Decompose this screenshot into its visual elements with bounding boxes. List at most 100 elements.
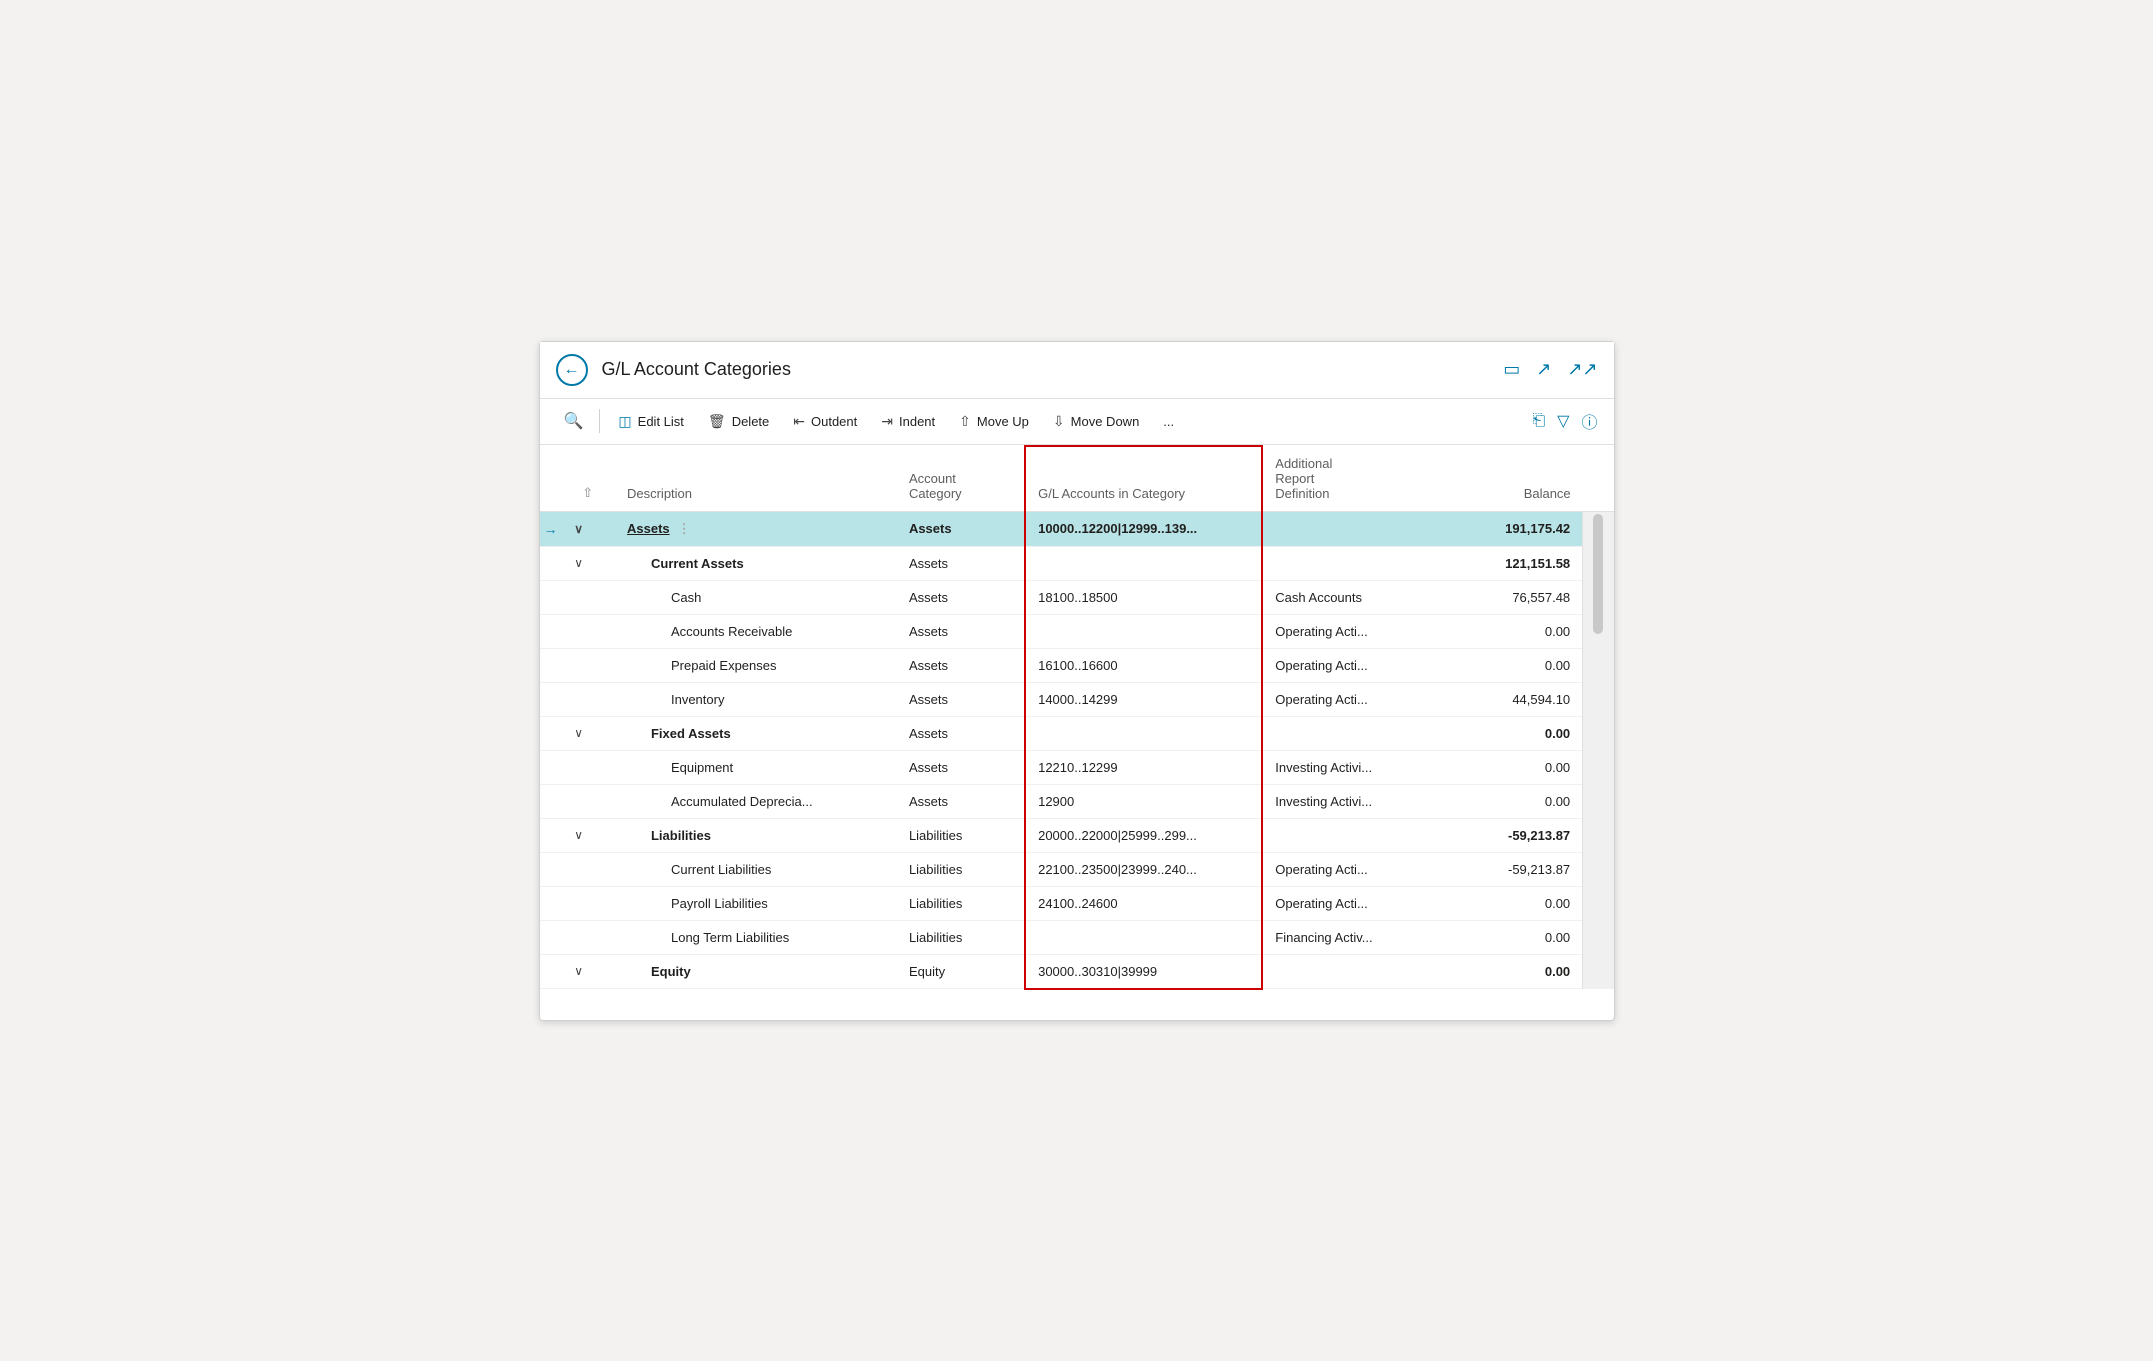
toolbar-right: ⎗ ▽ ⓘ <box>1532 409 1597 433</box>
row-indicator <box>540 716 571 750</box>
expand-button[interactable]: ∨ <box>570 818 615 852</box>
table-row[interactable]: ∨Current AssetsAssets121,151.58 <box>540 546 1614 580</box>
gl-accounts-cell <box>1025 716 1262 750</box>
description-cell: Cash <box>615 580 897 614</box>
additional-report-cell <box>1262 546 1441 580</box>
description-cell: Current Liabilities <box>615 852 897 886</box>
description-cell: Payroll Liabilities <box>615 886 897 920</box>
indent-button[interactable]: ⇥ Indent <box>871 407 945 436</box>
move-down-button[interactable]: ⇩ Move Down <box>1043 407 1149 436</box>
back-button[interactable]: ← <box>556 354 588 386</box>
table-row[interactable]: Accounts ReceivableAssetsOperating Acti.… <box>540 614 1614 648</box>
gl-accounts-cell <box>1025 614 1262 648</box>
additional-report-cell: Operating Acti... <box>1262 886 1441 920</box>
toolbar-divider-1 <box>599 409 600 433</box>
delete-button[interactable]: 🗑 Delete <box>698 407 779 436</box>
open-new-icon[interactable]: ↗ <box>1536 359 1551 380</box>
table-row[interactable]: ∨Fixed AssetsAssets0.00 <box>540 716 1614 750</box>
table-row[interactable]: ∨EquityEquity30000..30310|399990.00 <box>540 954 1614 989</box>
gl-accounts-cell: 22100..23500|23999..240... <box>1025 852 1262 886</box>
col-indicator <box>540 446 571 512</box>
toolbar: 🔍 ◫ Edit List 🗑 Delete ⇤ Outdent ⇥ Inden… <box>540 399 1614 445</box>
additional-report-cell <box>1262 818 1441 852</box>
additional-report-cell: Cash Accounts <box>1262 580 1441 614</box>
col-gl-accounts-header: G/L Accounts in Category <box>1025 446 1262 512</box>
account-category-cell: Assets <box>897 614 1025 648</box>
more-button[interactable]: ... <box>1153 408 1184 435</box>
balance-cell: 0.00 <box>1442 614 1583 648</box>
description-cell: Liabilities <box>615 818 897 852</box>
col-scrollbar <box>1583 446 1614 512</box>
edit-list-button[interactable]: ◫ Edit List <box>608 407 693 436</box>
table-row[interactable]: EquipmentAssets12210..12299Investing Act… <box>540 750 1614 784</box>
expand-button <box>570 682 615 716</box>
account-category-cell: Equity <box>897 954 1025 989</box>
gl-accounts-cell: 12900 <box>1025 784 1262 818</box>
table-row[interactable]: Accumulated Deprecia...Assets12900Invest… <box>540 784 1614 818</box>
table-row[interactable]: InventoryAssets14000..14299Operating Act… <box>540 682 1614 716</box>
gl-accounts-cell: 14000..14299 <box>1025 682 1262 716</box>
info-icon[interactable]: ⓘ <box>1581 409 1597 433</box>
scrollbar-thumb[interactable] <box>1593 514 1603 634</box>
additional-report-cell: Operating Acti... <box>1262 852 1441 886</box>
expand-button <box>570 580 615 614</box>
account-category-cell: Assets <box>897 716 1025 750</box>
additional-report-cell <box>1262 511 1441 546</box>
table-row[interactable]: Long Term LiabilitiesLiabilitiesFinancin… <box>540 920 1614 954</box>
additional-report-cell <box>1262 716 1441 750</box>
drag-handle[interactable]: ⋮ <box>678 521 691 536</box>
expand-icon[interactable]: ↗↗ <box>1567 359 1597 380</box>
description-cell: Accumulated Deprecia... <box>615 784 897 818</box>
col-expand: ⇧ <box>570 446 615 512</box>
search-button[interactable]: 🔍 <box>556 407 592 435</box>
table-row[interactable]: ∨LiabilitiesLiabilities20000..22000|2599… <box>540 818 1614 852</box>
outdent-button[interactable]: ⇤ Outdent <box>783 407 867 436</box>
table-row[interactable]: Current LiabilitiesLiabilities22100..235… <box>540 852 1614 886</box>
balance-cell: -59,213.87 <box>1442 818 1583 852</box>
table-row[interactable]: →∨Assets⋮Assets10000..12200|12999..139..… <box>540 511 1614 546</box>
account-category-cell: Assets <box>897 648 1025 682</box>
table-row[interactable]: CashAssets18100..18500Cash Accounts76,55… <box>540 580 1614 614</box>
move-down-icon: ⇩ <box>1053 413 1065 430</box>
move-up-button[interactable]: ⇧ Move Up <box>949 407 1039 436</box>
expand-button[interactable]: ∨ <box>570 954 615 989</box>
account-category-cell: Assets <box>897 784 1025 818</box>
description-cell: Current Assets <box>615 546 897 580</box>
row-indicator <box>540 614 571 648</box>
more-label: ... <box>1163 414 1174 429</box>
account-category-cell: Assets <box>897 750 1025 784</box>
gl-accounts-cell: 24100..24600 <box>1025 886 1262 920</box>
filter-icon[interactable]: ▽ <box>1557 411 1569 431</box>
scrollbar-area[interactable] <box>1583 511 1614 989</box>
expand-button <box>570 886 615 920</box>
table-row[interactable]: Payroll LiabilitiesLiabilities24100..246… <box>540 886 1614 920</box>
balance-cell: -59,213.87 <box>1442 852 1583 886</box>
gl-accounts-cell: 18100..18500 <box>1025 580 1262 614</box>
additional-report-cell: Investing Activi... <box>1262 784 1441 818</box>
gl-accounts-cell: 12210..12299 <box>1025 750 1262 784</box>
bookmark-icon[interactable]: ▭ <box>1503 359 1520 380</box>
balance-cell: 76,557.48 <box>1442 580 1583 614</box>
row-indicator <box>540 886 571 920</box>
move-down-label: Move Down <box>1071 414 1140 429</box>
balance-cell: 0.00 <box>1442 750 1583 784</box>
expand-button[interactable]: ∨ <box>570 511 615 546</box>
row-indicator <box>540 954 571 989</box>
balance-cell: 0.00 <box>1442 648 1583 682</box>
edit-list-icon: ◫ <box>618 413 631 430</box>
account-category-cell: Assets <box>897 682 1025 716</box>
balance-cell: 0.00 <box>1442 886 1583 920</box>
expand-button[interactable]: ∨ <box>570 546 615 580</box>
row-indicator <box>540 852 571 886</box>
edit-list-label: Edit List <box>638 414 684 429</box>
gl-accounts-cell: 10000..12200|12999..139... <box>1025 511 1262 546</box>
row-indicator: → <box>540 511 571 546</box>
gl-accounts-cell: 30000..30310|39999 <box>1025 954 1262 989</box>
share-icon[interactable]: ⎗ <box>1532 412 1545 430</box>
col-description-header: Description <box>615 446 897 512</box>
expand-button[interactable]: ∨ <box>570 716 615 750</box>
balance-cell: 0.00 <box>1442 784 1583 818</box>
balance-cell: 0.00 <box>1442 920 1583 954</box>
delete-label: Delete <box>732 414 770 429</box>
table-row[interactable]: Prepaid ExpensesAssets16100..16600Operat… <box>540 648 1614 682</box>
